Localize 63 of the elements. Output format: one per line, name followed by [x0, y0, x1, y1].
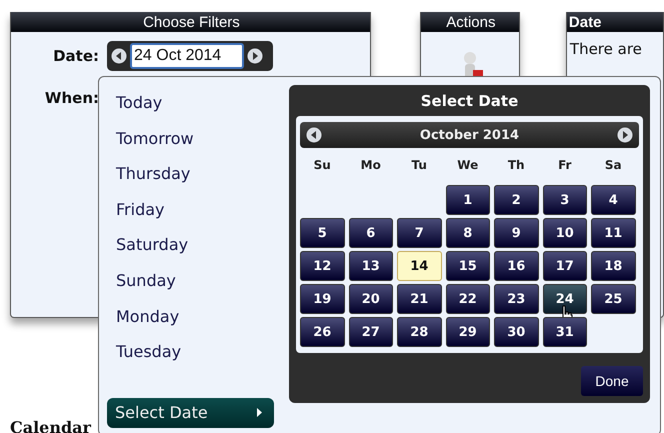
panel-title: Date	[566, 12, 663, 32]
next-icon[interactable]	[247, 48, 263, 64]
weekday-label: Fr	[557, 157, 572, 174]
day-button[interactable]: 12	[300, 251, 344, 281]
day-button[interactable]: 3	[542, 185, 587, 215]
calendar-heading: Calendar	[10, 418, 92, 433]
date-label: Date:	[52, 47, 99, 65]
day-button[interactable]: 5	[300, 218, 344, 248]
panel-title: Actions	[420, 12, 519, 32]
day-button[interactable]: 25	[591, 284, 636, 314]
day-button[interactable]: 11	[591, 218, 636, 248]
day-button[interactable]: 18	[591, 251, 636, 281]
previous-icon[interactable]	[306, 127, 322, 143]
day-button[interactable]: 14	[397, 251, 442, 281]
day-button[interactable]: 10	[542, 218, 587, 248]
weekday-label: Su	[312, 157, 332, 174]
previous-icon[interactable]	[111, 48, 127, 64]
panel-text: There are	[570, 40, 643, 58]
menu-item[interactable]: Monday	[107, 306, 274, 342]
day-button[interactable]: 20	[348, 284, 393, 314]
day-button[interactable]: 9	[494, 218, 538, 248]
when-label: When:	[44, 89, 99, 107]
weekday-label: Sa	[604, 157, 623, 174]
day-button[interactable]: 21	[397, 284, 442, 314]
menu-item[interactable]: Friday	[107, 200, 274, 236]
day-button[interactable]: 24	[542, 284, 587, 314]
menu-item[interactable]: Saturday	[107, 235, 274, 271]
day-button[interactable]: 31	[542, 317, 587, 347]
day-button[interactable]: 19	[300, 284, 344, 314]
day-button[interactable]: 29	[446, 317, 490, 347]
day-button[interactable]: 13	[348, 251, 393, 281]
day-button[interactable]: 22	[446, 284, 490, 314]
menu-item[interactable]: Thursday	[107, 164, 274, 200]
day-button[interactable]: 2	[494, 185, 538, 215]
day-button[interactable]: 30	[494, 317, 538, 347]
day-button[interactable]: 17	[542, 251, 587, 281]
day-button[interactable]: 8	[446, 218, 490, 248]
menu-item[interactable]: Tuesday	[107, 342, 274, 378]
done-button[interactable]: Done	[581, 366, 643, 396]
caret-icon	[257, 408, 262, 418]
day-button[interactable]: 27	[348, 317, 393, 347]
weekday-label: We	[456, 157, 480, 174]
day-button[interactable]: 15	[446, 251, 490, 281]
menu-item[interactable]: Select Date	[107, 398, 274, 428]
menu-item[interactable]: Today	[107, 93, 274, 129]
picker-title: Select Date	[420, 90, 518, 112]
day-button[interactable]: 4	[591, 185, 636, 215]
menu-item[interactable]: Tomorrow	[107, 128, 274, 164]
next-icon[interactable]	[617, 127, 633, 143]
menu-item[interactable]: Sunday	[107, 270, 274, 307]
day-button[interactable]: 6	[348, 218, 393, 248]
day-button[interactable]: 16	[494, 251, 538, 281]
day-button[interactable]: 28	[397, 317, 442, 347]
weekday-label: Mo	[360, 157, 382, 174]
panel-title: Choose Filters	[11, 12, 370, 32]
day-button[interactable]: 7	[397, 218, 442, 248]
day-button[interactable]: 26	[300, 317, 344, 347]
date-input[interactable]: 24 Oct 2014	[130, 43, 244, 69]
weekday-label: Th	[506, 157, 526, 174]
weekday-label: Tu	[410, 157, 428, 174]
day-button[interactable]: 1	[446, 185, 490, 215]
month-title: October 2014	[420, 128, 520, 142]
day-button[interactable]: 23	[494, 284, 538, 314]
